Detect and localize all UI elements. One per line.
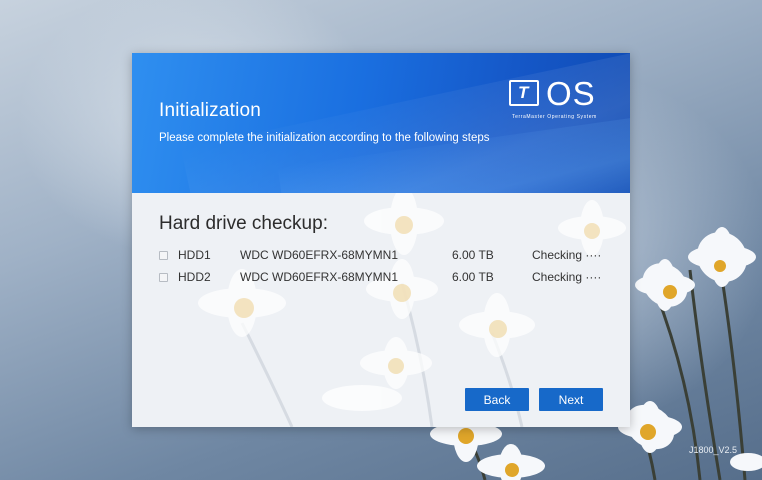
drive-checkbox[interactable] [159, 273, 168, 282]
drive-status: Checking ···· [532, 248, 602, 262]
drive-row: HDD1 WDC WD60EFRX-68MYMN1 6.00 TB Checki… [159, 247, 609, 267]
drive-status: Checking ···· [532, 270, 602, 284]
drive-row: HDD2 WDC WD60EFRX-68MYMN1 6.00 TB Checki… [159, 269, 609, 289]
drive-checkbox[interactable] [159, 251, 168, 260]
logo-text: OS [546, 75, 596, 112]
page-subtitle: Please complete the initialization accor… [159, 132, 490, 144]
version-label: J1800_V2.5 [689, 445, 738, 455]
page-title: Initialization [159, 100, 262, 121]
next-button[interactable]: Next [539, 388, 603, 411]
initialization-dialog: Initialization Please complete the initi… [132, 53, 630, 427]
logo-mark-icon: T [509, 80, 539, 106]
section-title: Hard drive checkup: [159, 213, 328, 234]
drive-model: WDC WD60EFRX-68MYMN1 [240, 248, 399, 262]
drive-size: 6.00 TB [452, 270, 494, 284]
logo-tagline: TerraMaster Operating System [512, 114, 597, 120]
drive-name: HDD1 [178, 248, 211, 262]
drive-model: WDC WD60EFRX-68MYMN1 [240, 270, 399, 284]
tos-logo: T OS TerraMaster Operating System [509, 75, 609, 124]
drive-name: HDD2 [178, 270, 211, 284]
drive-size: 6.00 TB [452, 248, 494, 262]
header-banner: Initialization Please complete the initi… [132, 53, 630, 193]
logo-mark-letter: T [518, 83, 529, 102]
back-button[interactable]: Back [465, 388, 529, 411]
